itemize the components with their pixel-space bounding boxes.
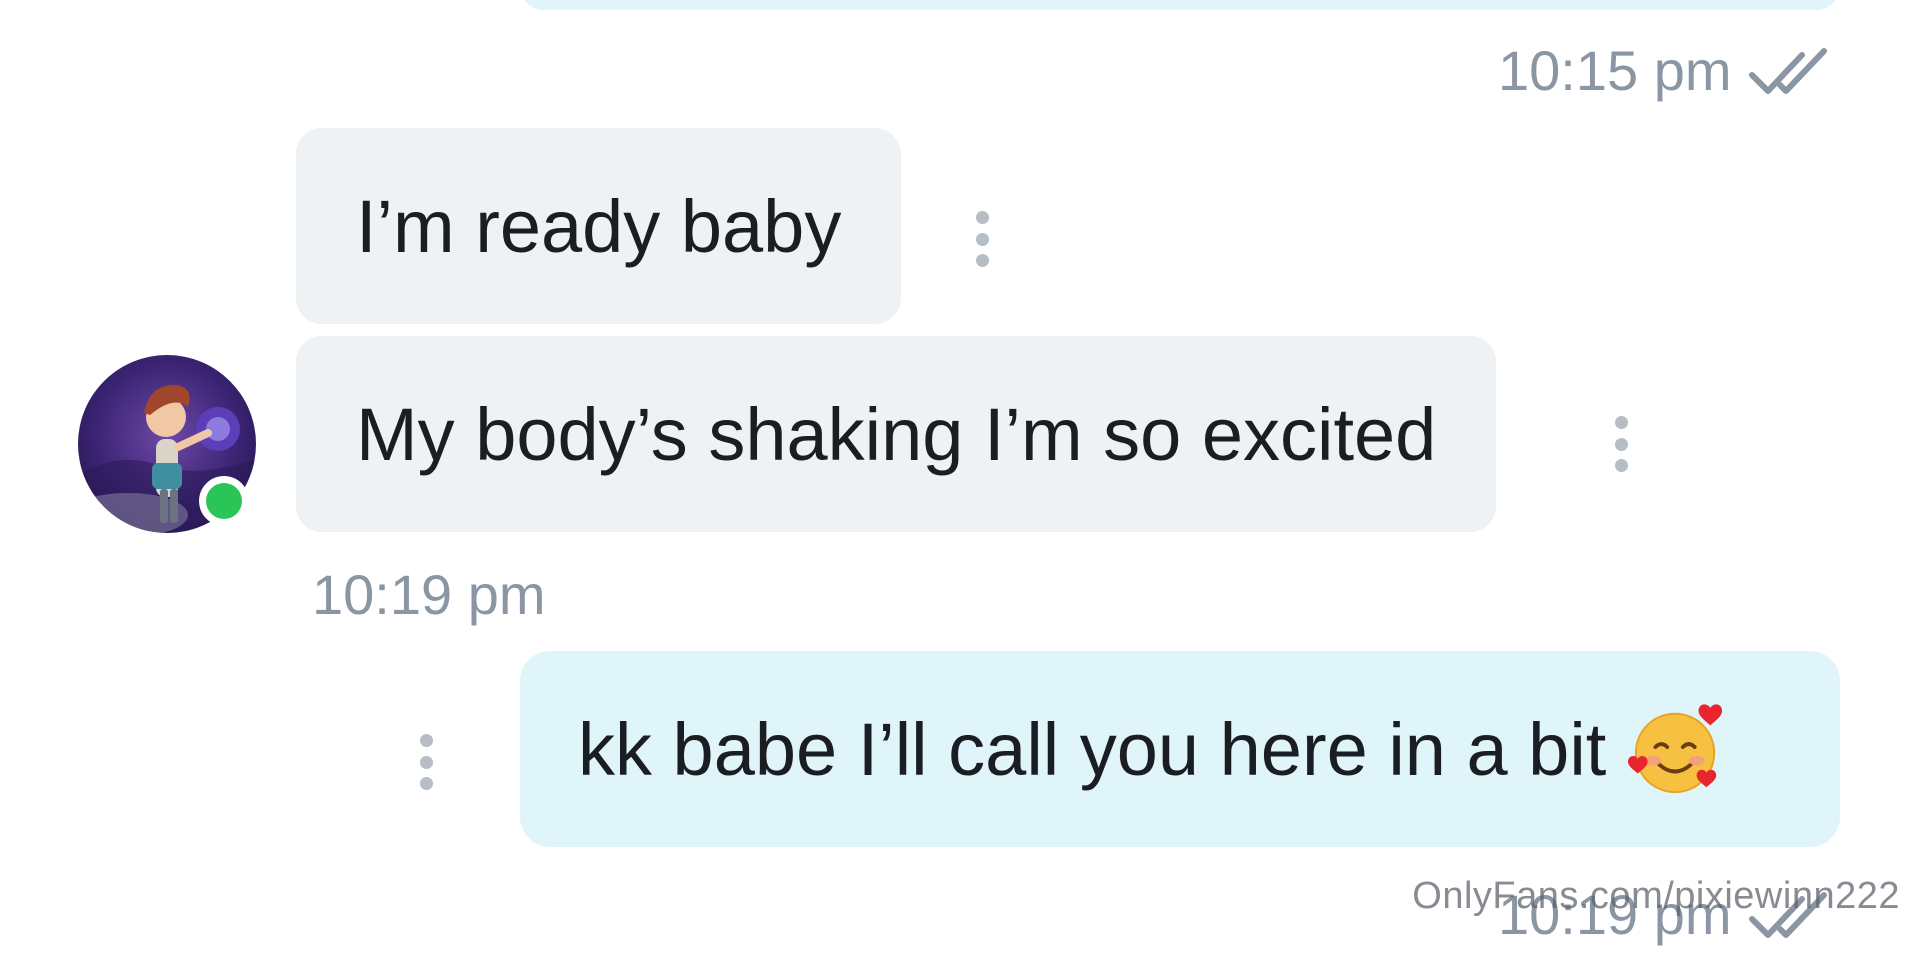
double-check-icon <box>1748 47 1827 94</box>
watermark: OnlyFans.com/pixiewinn222 <box>1412 875 1900 917</box>
smiling-face-with-hearts-icon <box>1628 704 1723 794</box>
previous-outgoing-message-bubble[interactable] <box>520 0 1840 10</box>
online-status-indicator <box>199 476 249 526</box>
chat-thread: 10:15 pm I’m ready baby My body’s shakin… <box>0 0 1920 960</box>
message-options-icon[interactable] <box>419 734 433 790</box>
incoming-timestamp: 10:19 pm <box>312 562 546 627</box>
message-text: kk babe I’ll call you here in a bit <box>578 707 1607 791</box>
incoming-message-bubble[interactable]: My body’s shaking I’m so excited <box>296 336 1497 532</box>
message-text: My body’s shaking I’m so excited <box>356 392 1437 476</box>
message-text: I’m ready baby <box>356 184 842 268</box>
previous-outgoing-time: 10:15 pm <box>1498 39 1732 102</box>
message-options-icon[interactable] <box>1614 416 1628 472</box>
previous-outgoing-timestamp: 10:15 pm <box>1498 38 1836 103</box>
incoming-time: 10:19 pm <box>312 563 546 626</box>
incoming-message-bubble[interactable]: I’m ready baby <box>296 128 902 324</box>
outgoing-message-bubble[interactable]: kk babe I’ll call you here in a bit <box>520 651 1840 847</box>
message-options-icon[interactable] <box>975 211 989 267</box>
